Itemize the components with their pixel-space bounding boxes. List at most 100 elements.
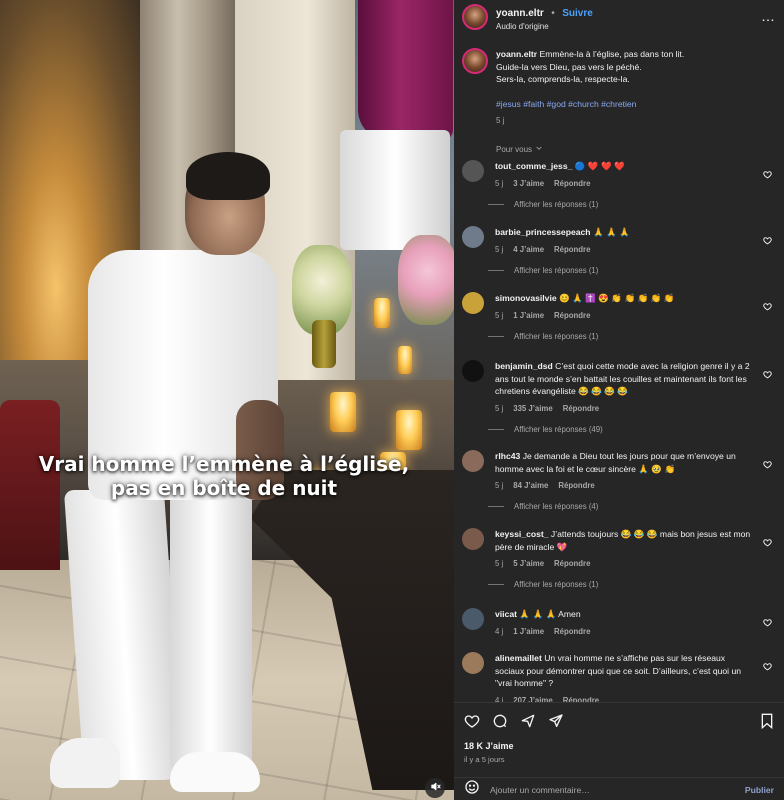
video-caption-line: pas en boîte de nuit (110, 476, 338, 500)
divider (488, 203, 504, 205)
comment-actions: 5 j 335 J’aime Répondre (495, 404, 755, 413)
heart-icon[interactable] (763, 166, 772, 184)
comment-username[interactable]: simonovasilvie (495, 293, 557, 303)
reply-button[interactable]: Répondre (554, 559, 590, 568)
comment-likes[interactable]: 4 J’aime (513, 245, 544, 254)
comment-likes[interactable]: 5 J’aime (513, 559, 544, 568)
comment-body: 😊 🙏 ✝️ 😍 👏 👏 👏 👏 👏 (559, 293, 675, 303)
heart-icon[interactable] (763, 658, 772, 676)
heart-icon[interactable] (763, 232, 772, 250)
avatar[interactable] (462, 608, 484, 630)
video-caption-line: Vrai homme l’emmène à l’église, (38, 452, 410, 476)
heart-icon[interactable] (464, 713, 480, 734)
comment-text: viicat 🙏 🙏 🙏 Amen (495, 608, 755, 621)
divider (488, 584, 504, 585)
comment-item: tout_comme_jess_ 🔵 ❤️ ❤️ ❤️ 5 j 3 J’aime… (462, 160, 780, 209)
comment-body: 🔵 ❤️ ❤️ ❤️ (574, 161, 625, 171)
view-replies-label: Afficher les réponses (1) (514, 580, 599, 589)
comment-input[interactable]: Ajouter un commentaire… (490, 785, 735, 795)
comment-icon[interactable] (492, 713, 508, 734)
video-scene-purple-cloth (358, 0, 453, 140)
view-replies-button[interactable]: Afficher les réponses (1) (488, 266, 780, 275)
follow-button[interactable]: Suivre (562, 8, 593, 19)
view-replies-label: Afficher les réponses (1) (514, 331, 599, 341)
send-icon[interactable] (548, 713, 564, 734)
comment-username[interactable]: tout_comme_jess_ (495, 161, 572, 171)
comment-likes[interactable]: 1 J’aime (513, 311, 544, 320)
post-actions-bar: 18 K J’aime il y a 5 jours Ajouter un co… (454, 702, 784, 800)
reply-button[interactable]: Répondre (554, 245, 590, 254)
add-comment-bar: Ajouter un commentaire… Publier (454, 777, 784, 800)
view-replies-button[interactable]: Afficher les réponses (49) (488, 425, 780, 434)
video-player[interactable]: Vrai homme l’emmène à l’église, pas en b… (0, 0, 454, 800)
comment-item: barbie_princessepeach 🙏 🙏 🙏 5 j 4 J’aime… (462, 226, 780, 275)
avatar[interactable] (462, 160, 484, 182)
publish-button[interactable]: Publier (745, 785, 774, 795)
comment-time: 5 j (495, 244, 504, 254)
comment-text: simonovasilvie 😊 🙏 ✝️ 😍 👏 👏 👏 👏 👏 (495, 292, 755, 305)
reply-button[interactable]: Répondre (558, 481, 594, 490)
avatar[interactable] (462, 226, 484, 248)
comment-username[interactable]: viicat (495, 609, 517, 619)
view-replies-button[interactable]: Afficher les réponses (1) (488, 580, 780, 589)
comment-item: viicat 🙏 🙏 🙏 Amen 4 j 1 J’aime Répondre (462, 608, 780, 636)
reply-button[interactable]: Répondre (554, 179, 590, 188)
avatar[interactable] (462, 528, 484, 550)
comment-likes[interactable]: 3 J’aime (513, 179, 544, 188)
heart-icon[interactable] (763, 366, 772, 384)
for-you-toggle[interactable]: Pour vous (496, 144, 684, 157)
heart-icon[interactable] (763, 534, 772, 552)
comment-username[interactable]: alinemaillet (495, 653, 542, 663)
video-scene-person-leg (63, 490, 185, 780)
more-icon: … (761, 8, 776, 24)
comment-username[interactable]: benjamin_dsd (495, 361, 553, 371)
audio-label[interactable]: Audio d'origine (496, 22, 593, 31)
mute-button[interactable] (425, 778, 445, 798)
comment-username[interactable]: keyssi_cost_ (495, 529, 549, 539)
divider (488, 506, 504, 507)
likes-count[interactable]: 18 K J’aime (464, 741, 514, 751)
view-replies-button[interactable]: Afficher les réponses (1) (488, 200, 780, 209)
heart-icon[interactable] (763, 298, 772, 316)
reply-button[interactable]: Répondre (563, 404, 599, 413)
avatar[interactable] (462, 360, 484, 382)
comment-time: 5 j (495, 178, 504, 188)
share-icon[interactable] (520, 713, 536, 734)
comment-item: alinemaillet Un vrai homme ne s’affiche … (462, 652, 780, 705)
heart-icon[interactable] (763, 456, 772, 474)
avatar[interactable] (462, 652, 484, 674)
caption-hashtags[interactable]: #jesus #faith #god #church #chretien (496, 98, 684, 111)
comment-likes[interactable]: 335 J’aime (513, 404, 552, 413)
emoji-icon[interactable] (464, 779, 480, 800)
caption-line: Sers-la, comprends-la, respecte-la. (496, 74, 630, 84)
avatar[interactable] (462, 4, 488, 30)
comment-likes[interactable]: 84 J’aime (513, 481, 548, 490)
avatar[interactable] (462, 48, 488, 74)
view-replies-button[interactable]: Afficher les réponses (4) (488, 502, 780, 511)
post-caption: yoann.eltr Emmène-la à l’église, pas dan… (462, 48, 780, 156)
comment-time: 5 j (495, 310, 504, 320)
more-options-button[interactable]: … (761, 8, 776, 24)
comment-text: tout_comme_jess_ 🔵 ❤️ ❤️ ❤️ (495, 160, 755, 173)
comment-username[interactable]: barbie_princessepeach (495, 227, 591, 237)
comment-item: rlhc43 Je demande a Dieu tout les jours … (462, 450, 780, 511)
reply-button[interactable]: Répondre (554, 627, 590, 636)
caption-username[interactable]: yoann.eltr (496, 49, 537, 59)
post-timestamp: il y a 5 jours (464, 755, 505, 764)
avatar[interactable] (462, 450, 484, 472)
caption-text: yoann.eltr Emmène-la à l’église, pas dan… (496, 48, 684, 156)
comment-item: keyssi_cost_ J’attends toujours 😂 😂 😂 ma… (462, 528, 780, 589)
comment-item: simonovasilvie 😊 🙏 ✝️ 😍 👏 👏 👏 👏 👏 5 j 1 … (462, 292, 780, 341)
author-username[interactable]: yoann.eltr (496, 8, 544, 19)
heart-icon[interactable] (763, 614, 772, 632)
video-scene-white-cloth (340, 130, 450, 250)
comment-likes[interactable]: 1 J’aime (513, 627, 544, 636)
view-replies-button[interactable]: Afficher les réponses (1) (488, 332, 780, 341)
bookmark-icon[interactable] (760, 713, 774, 734)
separator-dot: • (551, 8, 555, 19)
video-scene-candle (330, 392, 356, 432)
comment-username[interactable]: rlhc43 (495, 451, 520, 461)
avatar[interactable] (462, 292, 484, 314)
comment-actions: 5 j 4 J’aime Répondre (495, 245, 755, 254)
reply-button[interactable]: Répondre (554, 311, 590, 320)
